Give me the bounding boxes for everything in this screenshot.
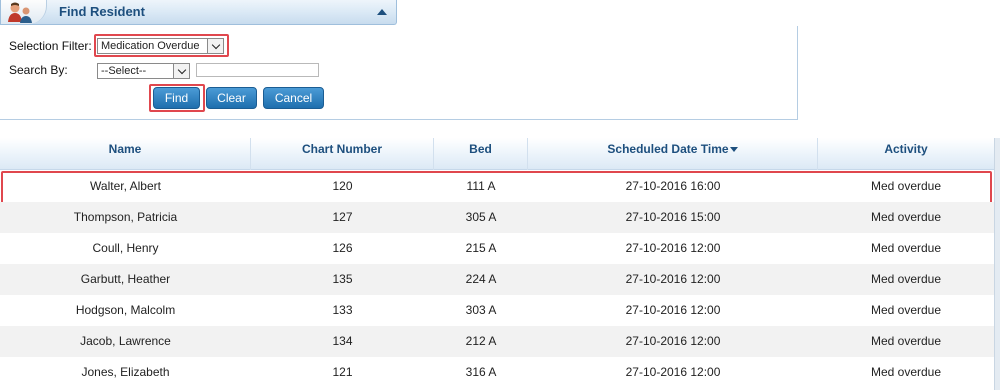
cell-name: Jacob, Lawrence — [80, 334, 171, 348]
table-header: Name Chart Number Bed Scheduled Date Tim… — [0, 138, 994, 170]
cancel-button[interactable]: Cancel — [263, 87, 324, 109]
selection-filter-dropdown[interactable]: Medication Overdue — [97, 38, 224, 54]
column-header-activity[interactable]: Activity — [818, 138, 994, 170]
column-header-scheduled-label: Scheduled Date Time — [607, 142, 729, 156]
panel-title: Find Resident — [59, 4, 145, 19]
cell-activity: Med overdue — [870, 365, 942, 379]
cell-chart-number: 134 — [332, 334, 353, 348]
column-header-scheduled-date-time[interactable]: Scheduled Date Time — [528, 138, 818, 170]
cell-bed: 303 A — [465, 303, 497, 317]
cell-name: Thompson, Patricia — [73, 210, 178, 224]
table-row[interactable]: Garbutt, Heather 135 224 A 27-10-2016 12… — [0, 264, 994, 295]
cell-chart-number: 120 — [332, 179, 353, 193]
cell-bed: 305 A — [465, 210, 497, 224]
panel-header: Find Resident — [0, 0, 397, 25]
table-row[interactable]: Walter, Albert 120 111 A 27-10-2016 16:0… — [0, 171, 994, 202]
search-by-dropdown[interactable]: --Select-- — [97, 63, 190, 79]
cell-scheduled-date-time: 27-10-2016 12:00 — [625, 241, 721, 255]
cell-scheduled-date-time: 27-10-2016 15:00 — [625, 210, 721, 224]
cell-name: Garbutt, Heather — [80, 272, 171, 286]
chevron-up-icon[interactable] — [377, 9, 387, 15]
cell-name: Hodgson, Malcolm — [75, 303, 176, 317]
chevron-down-icon — [173, 64, 189, 78]
cell-scheduled-date-time: 27-10-2016 16:00 — [625, 179, 721, 193]
clear-button[interactable]: Clear — [206, 87, 257, 109]
cell-chart-number: 121 — [332, 365, 353, 379]
scrollbar-edge[interactable] — [994, 138, 1000, 390]
cell-activity: Med overdue — [870, 272, 942, 286]
table-row[interactable]: Jacob, Lawrence 134 212 A 27-10-2016 12:… — [0, 326, 994, 357]
cell-bed: 215 A — [465, 241, 497, 255]
selection-filter-value: Medication Overdue — [101, 40, 200, 52]
cell-scheduled-date-time: 27-10-2016 12:00 — [625, 303, 721, 317]
cell-bed: 212 A — [465, 334, 497, 348]
column-header-chart-number[interactable]: Chart Number — [251, 138, 434, 170]
cell-scheduled-date-time: 27-10-2016 12:00 — [625, 272, 721, 286]
table-row[interactable]: Hodgson, Malcolm 133 303 A 27-10-2016 12… — [0, 295, 994, 326]
search-text-input[interactable] — [196, 63, 319, 77]
cell-bed: 316 A — [465, 365, 497, 379]
cell-bed: 111 A — [466, 179, 496, 193]
cell-chart-number: 127 — [332, 210, 353, 224]
search-panel: Selection Filter: Medication Overdue Sea… — [0, 26, 798, 120]
table-row[interactable]: Thompson, Patricia 127 305 A 27-10-2016 … — [0, 202, 994, 233]
cell-scheduled-date-time: 27-10-2016 12:00 — [625, 334, 721, 348]
cell-name: Walter, Albert — [90, 179, 161, 193]
selection-filter-label: Selection Filter: — [9, 39, 92, 53]
sort-descending-icon — [729, 147, 738, 153]
search-by-value: --Select-- — [101, 65, 147, 77]
cell-chart-number: 126 — [332, 241, 353, 255]
cell-chart-number: 133 — [332, 303, 353, 317]
cell-scheduled-date-time: 27-10-2016 12:00 — [625, 365, 721, 379]
cell-activity: Med overdue — [870, 179, 942, 193]
find-button[interactable]: Find — [153, 87, 200, 109]
cell-bed: 224 A — [465, 272, 497, 286]
resident-group-icon — [1, 0, 47, 24]
table-row[interactable]: Coull, Henry 126 215 A 27-10-2016 12:00 … — [0, 233, 994, 264]
cell-name: Coull, Henry — [92, 241, 159, 255]
cell-activity: Med overdue — [870, 303, 942, 317]
cell-name: Jones, Elizabeth — [81, 365, 170, 379]
cell-chart-number: 135 — [332, 272, 353, 286]
cell-activity: Med overdue — [870, 334, 942, 348]
cell-activity: Med overdue — [870, 241, 942, 255]
search-by-label: Search By: — [9, 63, 68, 77]
cell-activity: Med overdue — [870, 210, 942, 224]
chevron-down-icon — [207, 39, 223, 53]
column-header-name[interactable]: Name — [0, 138, 251, 170]
table-row[interactable]: Jones, Elizabeth 121 316 A 27-10-2016 12… — [0, 357, 994, 388]
column-header-bed[interactable]: Bed — [434, 138, 528, 170]
